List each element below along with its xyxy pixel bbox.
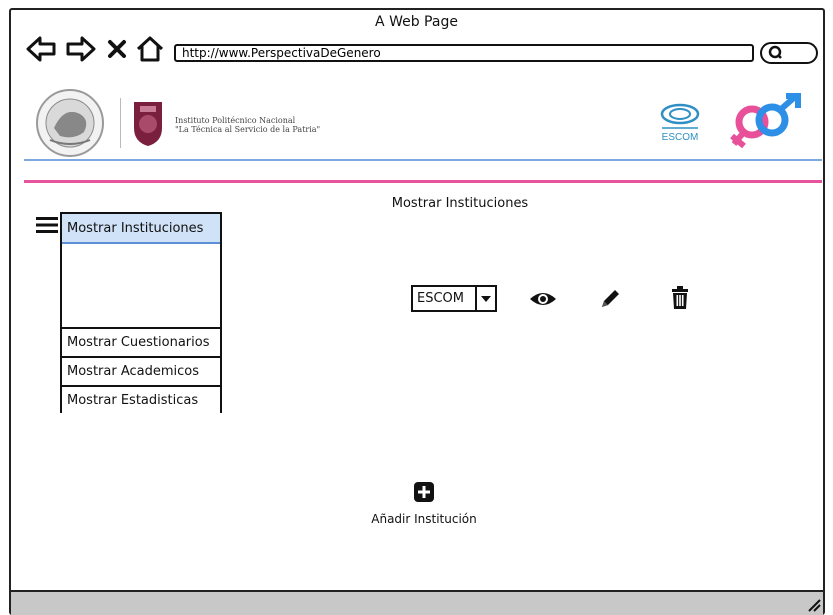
header-divider xyxy=(120,98,121,148)
side-menu: Mostrar Instituciones Mostrar Cuestionar… xyxy=(60,212,222,414)
menu-item-mostrar-academicos[interactable]: Mostrar Academicos xyxy=(62,356,220,385)
status-bar xyxy=(11,590,823,615)
menu-item-mostrar-instituciones[interactable]: Mostrar Instituciones xyxy=(62,214,220,244)
page-title: Mostrar Instituciones xyxy=(391,196,529,211)
add-institution-label[interactable]: Añadir Institución xyxy=(0,512,833,526)
institution-line-1: Instituto Politécnico Nacional xyxy=(175,116,296,125)
institution-name: Instituto Politécnico Nacional "La Técni… xyxy=(175,116,320,134)
chevron-down-icon[interactable] xyxy=(475,287,495,310)
home-icon[interactable] xyxy=(136,36,164,62)
escom-logo: ESCOM xyxy=(660,103,700,143)
eye-icon[interactable] xyxy=(528,289,558,309)
arrow-left-icon[interactable] xyxy=(26,36,56,62)
institution-select-value: ESCOM xyxy=(417,291,464,306)
menu-item-mostrar-estadisticas[interactable]: Mostrar Estadisticas xyxy=(62,385,220,414)
hamburger-menu-icon[interactable] xyxy=(36,216,58,234)
arrow-right-icon[interactable] xyxy=(66,36,96,62)
header-pink-rule xyxy=(24,180,822,183)
escom-logo-text: ESCOM xyxy=(662,132,699,143)
search-field[interactable] xyxy=(760,42,818,64)
trash-icon[interactable] xyxy=(670,286,690,310)
plus-square-icon[interactable] xyxy=(414,482,434,502)
close-icon[interactable] xyxy=(107,39,127,59)
ipn-logo xyxy=(134,102,162,146)
institution-select[interactable]: ESCOM xyxy=(411,285,497,312)
pencil-icon[interactable] xyxy=(598,287,622,311)
menu-item-mostrar-cuestionarios[interactable]: Mostrar Cuestionarios xyxy=(62,327,220,356)
search-icon xyxy=(768,45,782,59)
header-blue-rule xyxy=(24,159,822,161)
mexico-seal-logo xyxy=(36,89,104,157)
address-bar[interactable]: http://www.PerspectivaDeGenero xyxy=(174,44,754,62)
institution-line-2: "La Técnica al Servicio de la Patria" xyxy=(175,125,321,134)
resize-grip-icon[interactable] xyxy=(805,596,821,612)
window-title: A Web Page xyxy=(375,14,458,30)
gender-symbols-logo xyxy=(730,93,801,149)
